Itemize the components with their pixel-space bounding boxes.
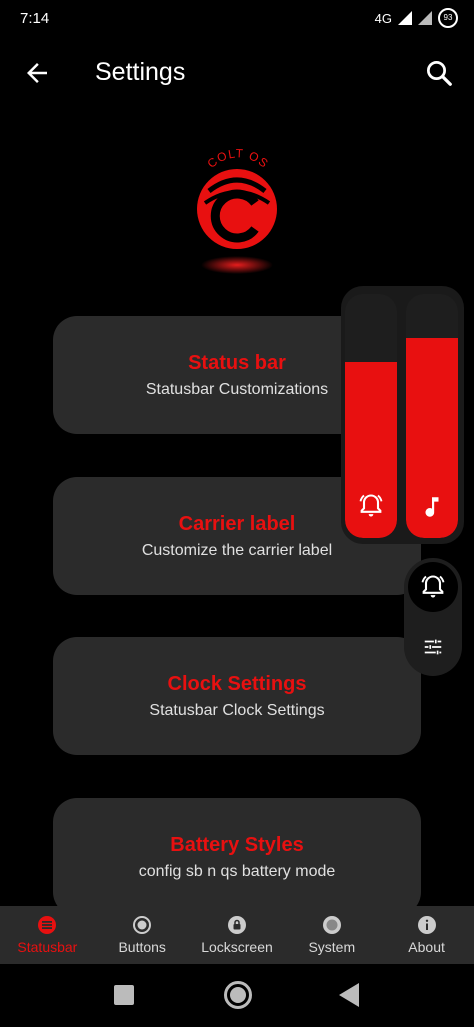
home-icon[interactable] — [224, 981, 252, 1009]
search-icon[interactable] — [424, 58, 454, 88]
card-subtitle: Customize the carrier label — [141, 541, 333, 559]
back-triangle-icon[interactable] — [339, 983, 359, 1007]
nav-about[interactable]: About — [379, 906, 474, 964]
card-subtitle: config sb n qs battery mode — [138, 862, 336, 880]
volume-settings-button[interactable] — [408, 622, 458, 672]
nav-label: About — [408, 939, 445, 955]
card-subtitle: Statusbar Customizations — [145, 380, 329, 398]
card-title: Carrier label — [178, 512, 296, 535]
ring-volume-slider[interactable] — [345, 294, 397, 538]
status-time: 7:14 — [20, 10, 50, 27]
card-title: Clock Settings — [167, 672, 307, 695]
tune-sliders-icon — [424, 639, 442, 655]
music-note-icon — [425, 497, 439, 517]
back-arrow-icon[interactable] — [22, 58, 52, 88]
system-circle-icon — [322, 916, 341, 934]
nav-label: Statusbar — [17, 939, 78, 955]
lock-icon — [227, 916, 246, 934]
status-icons: 4G 93 — [375, 8, 458, 28]
svg-text:COLT OS: COLT OS — [205, 146, 272, 171]
ring-bell-icon — [359, 494, 383, 517]
volume-panel — [341, 286, 464, 544]
card-title: Status bar — [188, 351, 286, 374]
nav-buttons[interactable]: Buttons — [95, 906, 190, 964]
page-title: Settings — [95, 58, 186, 86]
card-title: Battery Styles — [170, 833, 304, 856]
info-icon — [417, 916, 436, 934]
network-type: 4G — [374, 10, 392, 26]
nav-system[interactable]: System — [284, 906, 379, 964]
signal-icon — [398, 11, 412, 25]
colt-os-logo: COLT OS — [197, 146, 277, 274]
card-subtitle: Statusbar Clock Settings — [149, 701, 325, 719]
card-clock-settings[interactable]: Clock Settings Statusbar Clock Settings — [53, 637, 421, 755]
nav-lockscreen[interactable]: Lockscreen — [190, 906, 285, 964]
wifi-signal-icon — [418, 11, 432, 25]
nav-label: Lockscreen — [201, 939, 273, 955]
statusbar-list-icon — [38, 916, 57, 934]
radio-button-icon — [133, 916, 152, 934]
recents-icon[interactable] — [114, 985, 134, 1005]
card-battery-styles[interactable]: Battery Styles config sb n qs battery mo… — [53, 798, 421, 916]
ring-bell-icon — [421, 575, 445, 598]
battery-icon: 93 — [438, 8, 458, 28]
nav-statusbar[interactable]: Statusbar — [0, 906, 95, 964]
nav-label: System — [308, 939, 356, 955]
nav-label: Buttons — [118, 939, 166, 955]
media-volume-slider[interactable] — [406, 294, 458, 538]
ringer-mode-button[interactable] — [408, 562, 458, 612]
volume-mode-controls — [404, 558, 462, 676]
bottom-navigation: Statusbar Buttons Lockscreen System Abou… — [0, 906, 474, 964]
